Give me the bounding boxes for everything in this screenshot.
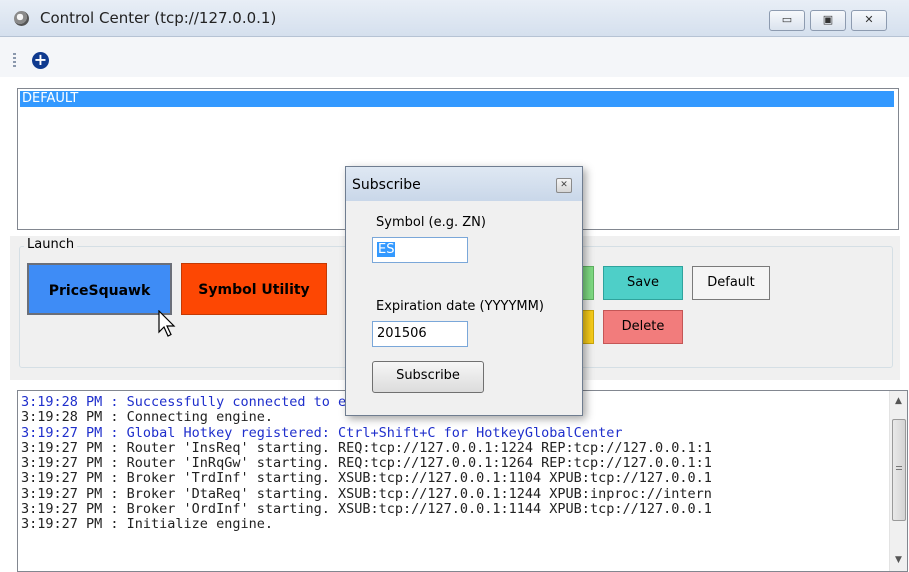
log-line: 3:19:27 PM : Global Hotkey registered: C… [21,424,623,441]
scroll-thumb[interactable] [892,419,906,521]
pricesquawk-button[interactable]: PriceSquawk [27,263,172,315]
scroll-up-arrow-icon[interactable]: ▲ [890,393,907,410]
close-button[interactable]: ✕ [851,10,887,31]
dialog-title: Subscribe [352,177,421,193]
app-icon [14,11,29,26]
symbol-label: Symbol (e.g. ZN) [376,215,486,230]
mouse-cursor-icon [158,310,176,337]
list-item[interactable]: DEFAULT [20,91,894,107]
symbol-input[interactable]: ES [372,237,468,263]
workspace-group: ce [546,237,893,368]
symbol-input-value: ES [377,242,396,257]
expiration-label: Expiration date (YYYYMM) [376,299,544,314]
log-line: 3:19:27 PM : Router 'InsReq' starting. R… [21,439,712,456]
scroll-down-arrow-icon[interactable]: ▼ [890,552,907,569]
log-line: 3:19:27 PM : Broker 'TrdInf' starting. X… [21,470,712,487]
dialog-close-icon[interactable]: ✕ [556,178,572,193]
plus-circle-icon[interactable]: + [32,52,49,69]
window-title: Control Center (tcp://127.0.0.1) [40,9,277,27]
expiration-input[interactable]: 201506 [372,321,468,347]
toolbar: + [0,37,909,77]
title-bar: Control Center (tcp://127.0.0.1) ▭ ▣ ✕ [0,0,909,37]
dialog-title-bar: Subscribe ✕ [346,167,582,201]
default-button[interactable]: Default [692,266,770,300]
log-line: 3:19:27 PM : Broker 'DtaReq' starting. X… [21,485,712,502]
delete-button[interactable]: Delete [603,310,683,344]
save-button[interactable]: Save [603,266,683,300]
launch-group-label: Launch [24,237,78,252]
log-line: 3:19:27 PM : Broker 'OrdInf' starting. X… [21,501,712,518]
subscribe-button[interactable]: Subscribe [372,361,484,393]
symbol-utility-button[interactable]: Symbol Utility [181,263,327,315]
toolbar-grip-icon[interactable] [13,53,16,67]
scroll-grip-icon [896,466,902,472]
log-line: 3:19:27 PM : Router 'InRqGw' starting. R… [21,455,712,472]
log-line: 3:19:27 PM : Initialize engine. [21,516,273,533]
subscribe-dialog: Subscribe ✕ Symbol (e.g. ZN) ES Expirati… [345,166,583,416]
maximize-button[interactable]: ▣ [810,10,846,31]
minimize-button[interactable]: ▭ [769,10,805,31]
log-scrollbar[interactable]: ▲ ▼ [889,391,907,571]
log-panel[interactable]: 3:19:28 PM : Successfully connected to e… [17,390,908,572]
